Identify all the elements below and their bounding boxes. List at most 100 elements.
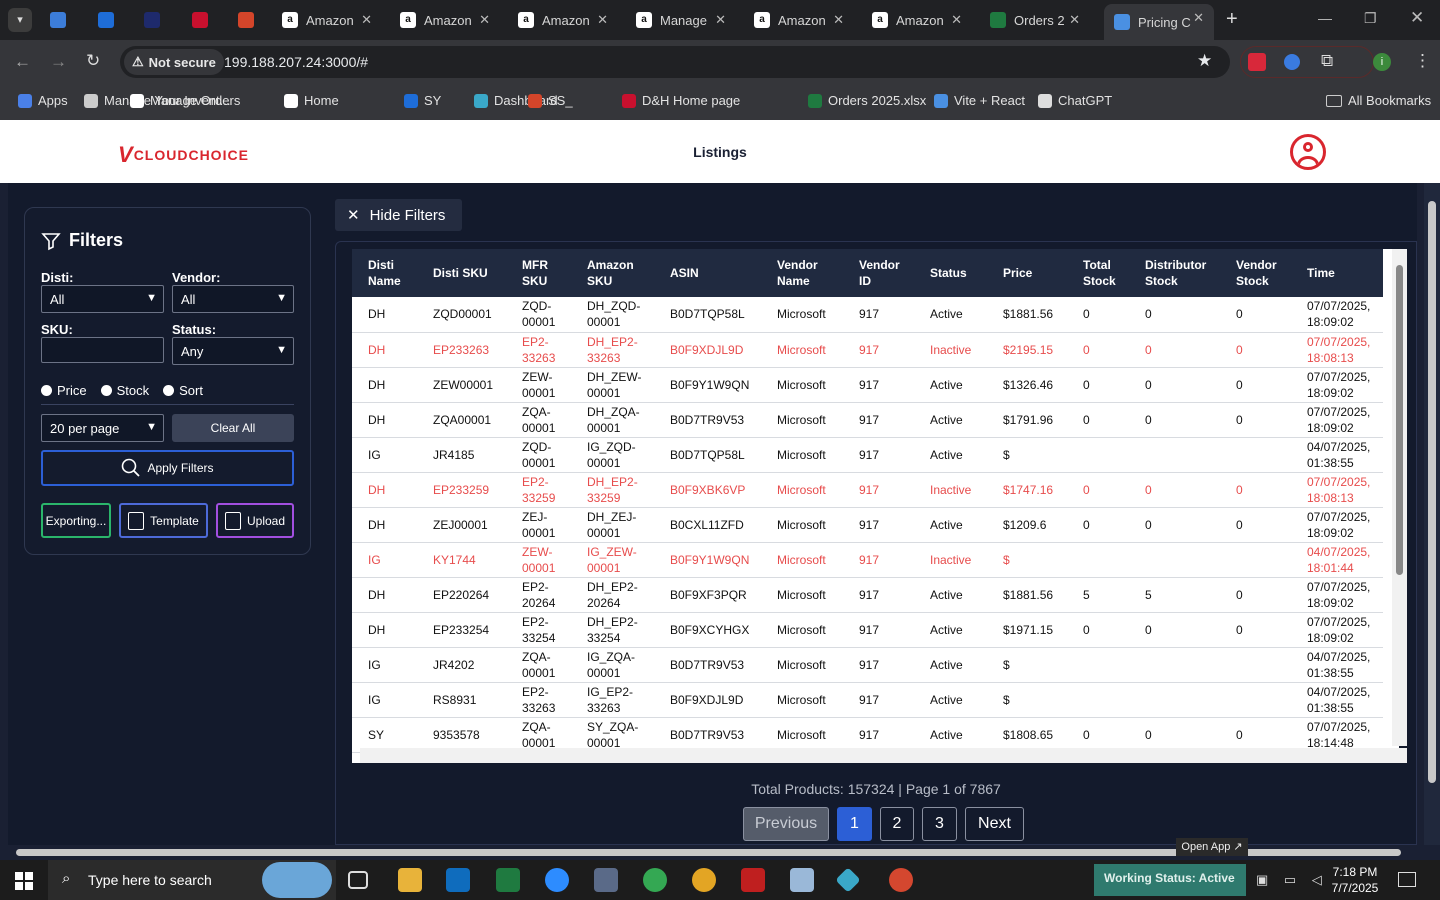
app-diamond-icon[interactable] [835, 867, 861, 893]
radio-price[interactable]: Price [41, 383, 87, 398]
page-1-button[interactable]: 1 [837, 807, 872, 841]
all-bookmarks[interactable]: All Bookmarks [1326, 93, 1431, 108]
scrollbar-thumb[interactable] [1396, 265, 1403, 575]
browser-tab[interactable]: a Amazon ✕ [508, 6, 618, 34]
calculator-icon[interactable] [594, 868, 618, 892]
zoom-icon[interactable] [545, 868, 569, 892]
column-header[interactable]: Vendor Stock [1220, 249, 1291, 297]
exporting-button[interactable]: Exporting... [41, 503, 111, 538]
column-header[interactable]: Vendor Name [761, 249, 843, 297]
bookmark-item[interactable]: D&H Home page [622, 93, 740, 108]
browser-tab[interactable] [40, 6, 80, 34]
column-header[interactable]: ASIN [654, 249, 761, 297]
browser-tab[interactable]: a Amazon ✕ [272, 6, 382, 34]
close-tab-icon[interactable]: ✕ [597, 12, 608, 28]
clock[interactable]: 7:18 PM 7/7/2025 [1330, 864, 1380, 896]
taskbar-search[interactable]: ⌕ Type here to search [48, 860, 336, 900]
browser-tab[interactable]: a Manage ✕ [626, 6, 736, 34]
table-row[interactable]: DH ZQD00001 ZQD- 00001 DH_ZQD- 00001 B0D7TQP58… [352, 297, 1383, 333]
close-tab-icon[interactable]: ✕ [1193, 10, 1204, 26]
browser-tab[interactable] [228, 6, 268, 34]
column-header[interactable]: Time [1291, 249, 1383, 297]
task-view-icon[interactable] [348, 871, 368, 889]
table-row[interactable]: DH ZEW00001 ZEW- 00001 DH_ZEW- 00001 B0F9Y1W9Q… [352, 367, 1383, 403]
url-text[interactable]: 199.188.207.24:3000/# [224, 54, 368, 70]
table-row[interactable]: DH ZQA00001 ZQA- 00001 DH_ZQA- 00001 B0D7TR9V5… [352, 402, 1383, 438]
excel-icon[interactable] [496, 868, 520, 892]
windows-start-icon[interactable] [15, 872, 33, 890]
omnibox[interactable]: ⚠ Not secure 199.188.207.24:3000/# ★ [120, 46, 1230, 78]
browser-tab[interactable]: a Amazon ✕ [862, 6, 972, 34]
close-tab-icon[interactable]: ✕ [479, 12, 490, 28]
working-status-badge[interactable]: Working Status: Active [1094, 864, 1246, 896]
table-row[interactable]: IG KY1744 ZEW- 00001 IG_ZEW- 00001 B0F9Y1W9QN M… [352, 542, 1383, 578]
star-icon[interactable]: ★ [1197, 51, 1212, 71]
table-row[interactable]: IG JR4202 ZQA- 00001 IG_ZQA- 00001 B0D7TR9V53 M… [352, 647, 1383, 683]
status-select[interactable]: Any ▼ [172, 337, 294, 365]
close-tab-icon[interactable]: ✕ [715, 12, 726, 28]
sku-input[interactable] [41, 337, 164, 363]
table-row[interactable]: DH EP233263 EP2- 33263 DH_EP2- 33263 B0F9XDJL9… [352, 332, 1383, 368]
apply-filters-button[interactable]: Apply Filters [41, 450, 294, 486]
close-tab-icon[interactable]: ✕ [833, 12, 844, 28]
page-3-button[interactable]: 3 [922, 807, 957, 841]
close-tab-icon[interactable]: ✕ [1069, 12, 1080, 28]
bookmark-item[interactable]: Home [284, 93, 339, 108]
column-header[interactable]: MFR SKU [506, 249, 571, 297]
bookmark-item[interactable]: Manage Orders [130, 93, 240, 108]
browser-tab[interactable]: Pricing C ✕ [1104, 4, 1214, 40]
tray-icons[interactable]: ▣ ▭ ◁ [1256, 872, 1328, 888]
table-horizontal-scrollbar[interactable] [360, 748, 1407, 763]
close-tab-icon[interactable]: ✕ [361, 12, 372, 28]
browser-tab[interactable]: Orders 2 ✕ [980, 6, 1090, 34]
template-button[interactable]: Template [119, 503, 208, 538]
security-chip[interactable]: ⚠ Not secure [124, 49, 224, 75]
notifications-icon[interactable] [1398, 872, 1416, 887]
reload-icon[interactable]: ↻ [86, 51, 100, 71]
column-header[interactable]: Vendor ID [843, 249, 914, 297]
table-row[interactable]: DH ZEJ00001 ZEJ- 00001 DH_ZEJ- 00001 B0CXL11ZF… [352, 507, 1383, 543]
column-header[interactable]: Disti SKU [417, 249, 506, 297]
column-header[interactable]: Disti Name [352, 249, 417, 297]
radio-stock[interactable]: Stock [100, 383, 149, 398]
open-app-button[interactable]: Open App ↗ [1176, 838, 1248, 856]
table-row[interactable]: IG JR4185 ZQD- 00001 IG_ZQD- 00001 B0D7TQP58L M… [352, 437, 1383, 473]
chrome-profile-icon[interactable] [692, 868, 716, 892]
extension-blue-icon[interactable] [1284, 54, 1300, 70]
column-header[interactable]: Total Stock [1067, 249, 1129, 297]
bookmark-item[interactable]: ChatGPT [1038, 93, 1112, 108]
bookmark-item[interactable]: Vite + React [934, 93, 1025, 108]
clear-all-button[interactable]: Clear All [172, 414, 294, 442]
new-tab-button[interactable]: + [1226, 8, 1238, 31]
bookmark-item[interactable]: SS_ [528, 93, 573, 108]
vendor-select[interactable]: All ▼ [172, 285, 294, 313]
browser-tab[interactable]: a Amazon ✕ [390, 6, 500, 34]
close-tab-icon[interactable]: ✕ [951, 12, 962, 28]
bookmark-item[interactable]: Apps [18, 93, 68, 108]
column-header[interactable]: Status [914, 249, 987, 297]
user-account-icon[interactable] [1290, 134, 1326, 170]
pdf-extension-icon[interactable] [1248, 53, 1266, 71]
previous-button[interactable]: Previous [743, 807, 829, 841]
column-header[interactable]: Amazon SKU [571, 249, 654, 297]
forward-icon[interactable]: → [50, 52, 67, 72]
minimize-button[interactable]: — [1318, 10, 1332, 26]
hide-filters-button[interactable]: ✕ Hide Filters [335, 199, 462, 231]
tab-search-button[interactable]: ▾ [8, 8, 32, 32]
table-row[interactable]: DH EP233254 EP2- 33254 DH_EP2- 33254 B0F9XCYHG… [352, 612, 1383, 648]
table-row[interactable]: DH EP220264 EP2- 20264 DH_EP2- 20264 B0F9XF3PQ… [352, 577, 1383, 613]
table-row[interactable]: IG RS8931 EP2- 33263 IG_EP2- 33263 B0F9XDJL9D M… [352, 682, 1383, 718]
table-vertical-scrollbar[interactable] [1392, 249, 1407, 746]
table-row[interactable]: DH EP233259 EP2- 33259 DH_EP2- 33259 B0F9XBK6V… [352, 472, 1383, 508]
file-explorer-icon[interactable] [398, 868, 422, 892]
filezilla-icon[interactable] [741, 868, 765, 892]
notes-icon[interactable] [790, 868, 814, 892]
per-page-select[interactable]: 20 per page ▼ [41, 414, 164, 442]
bookmark-item[interactable]: Orders 2025.xlsx [808, 93, 926, 108]
next-button[interactable]: Next [965, 807, 1024, 841]
close-window-button[interactable]: ✕ [1410, 8, 1424, 28]
puzzle-icon[interactable]: ⧉ [1321, 51, 1333, 71]
column-header[interactable]: Price [987, 249, 1067, 297]
upload-button[interactable]: Upload [216, 503, 294, 538]
browser-menu-icon[interactable]: ⋮ [1414, 51, 1431, 71]
